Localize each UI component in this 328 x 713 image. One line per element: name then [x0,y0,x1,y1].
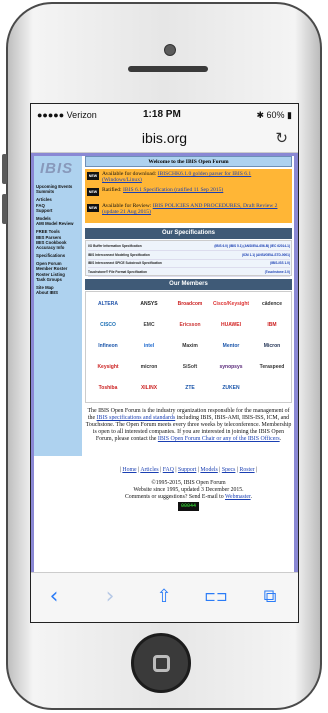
welcome-banner: Welcome to the IBIS Open Forum [85,156,292,167]
earpiece-speaker [128,66,208,72]
address-bar[interactable]: ibis.org ↻ [31,126,298,153]
member-logo[interactable]: Micron [252,338,292,354]
status-bar: ●●●●● Verizon 1:18 PM ✱ 60% ▮ [31,104,298,126]
member-logo[interactable]: Keysight [88,359,128,375]
news-text: Available for download: IBISCHK6.1.0 gol… [102,171,290,183]
spec-links[interactable]: (Touchstone 2.0) [265,268,290,276]
reload-icon[interactable]: ↻ [275,129,288,147]
spec-name: Touchstone® File Format Specification [88,269,147,274]
share-icon[interactable]: ⇧ [151,585,177,611]
member-logo[interactable]: EMC [129,317,169,333]
tabs-icon[interactable]: ⧉ [257,585,283,611]
member-logo[interactable]: Ericsson [170,317,210,333]
home-button[interactable] [131,633,191,693]
copyright-text: ©1995-2015, IBIS Open Forum [151,480,226,486]
news-link[interactable]: IBIS 6.1 Specification (ratified 11 Sep … [123,187,223,193]
footer-link-articles[interactable]: Articles [140,467,158,473]
spec-row: Touchstone® File Format Specification (To… [88,268,290,277]
front-camera [164,44,176,56]
phone-screen: ●●●●● Verizon 1:18 PM ✱ 60% ▮ ibis.org ↻… [30,103,299,623]
member-logo[interactable]: Cisco/Keysight [211,296,251,312]
footer-link-support[interactable]: Support [178,467,196,473]
member-logo[interactable]: Infineon [88,338,128,354]
member-logo[interactable]: ANSYS [129,296,169,312]
updated-text: Website since 1995, updated 3 December 2… [133,487,244,493]
member-logo[interactable]: SiSoft [170,359,210,375]
sidebar-item[interactable]: AMI Model Review [36,221,74,226]
clock: 1:18 PM [143,109,181,120]
about-paragraph: The IBIS Open Forum is the industry orga… [85,408,292,443]
spec-name: IBIS Interconnect Modeling Specification [88,252,150,257]
news-text: Ratified: IBIS 6.1 Specification (ratifi… [102,187,290,193]
member-logo[interactable]: CISCO [88,317,128,333]
sidebar-links: Upcoming Events Summits Articles FAQ Support… [36,184,74,295]
battery-indicator: ✱ 60% ▮ [256,110,292,120]
footer: ©1995-2015, IBIS Open Forum Website sinc… [85,480,292,511]
spec-links[interactable]: (IBIS-ISS 1.0) [270,259,290,267]
member-logo[interactable]: HUAWEI [211,317,251,333]
member-logo[interactable]: cādence [252,296,292,312]
volume-up-button [2,154,7,184]
news-box: NEW Available for download: IBISCHK6.1.0 … [85,169,292,223]
new-badge: NEW [87,188,99,196]
about-text: . [279,436,282,442]
sidebar-nav: IBIS Upcoming Events Summits Articles FAQ Su… [34,156,82,456]
new-badge: NEW [87,204,99,212]
hit-counter: 00044 [177,502,199,511]
safari-toolbar: ‹ › ⇧ ⊏⊐ ⧉ [31,572,298,622]
footer-link-faq[interactable]: FAQ [163,467,174,473]
member-logo[interactable]: ZUKEN [211,380,251,396]
bookmarks-icon[interactable]: ⊏⊐ [203,585,229,611]
spec-links[interactable]: (ICM 1.1) (ANSI/GEIA-STD-0001) [242,251,290,259]
member-logo[interactable]: Mentor [211,338,251,354]
new-badge: NEW [87,172,99,180]
member-logo[interactable]: Teraspeed [252,359,292,375]
carrier-signal: ●●●●● Verizon [37,110,97,120]
back-icon[interactable]: ‹ [41,585,67,611]
sidebar-item[interactable]: About IBIS [36,290,74,295]
volume-down-button [2,194,7,224]
member-logo[interactable]: ALTERA [88,296,128,312]
about-link[interactable]: IBIS Open Forum Chair or any of the IBIS… [158,436,280,442]
member-logo[interactable]: micron [129,359,169,375]
member-logo[interactable]: Broadcom [170,296,210,312]
ibis-logo[interactable]: IBIS [40,160,73,177]
footer-link-roster[interactable]: Roster [239,467,254,473]
specs-table: I/O Buffer Information Specification (IBI… [85,240,292,277]
member-logo[interactable]: ZTE [170,380,210,396]
members-heading: Our Members [85,279,292,290]
url-text[interactable]: ibis.org [31,130,298,146]
webmaster-link[interactable]: Webmaster [225,494,251,500]
members-grid: ALTERA ANSYS Broadcom Cisco/Keysight cādence… [85,291,292,403]
footer-link-specs[interactable]: Specs [222,467,236,473]
news-prefix: Ratified: [102,187,123,193]
web-page: IBIS Upcoming Events Summits Articles FAQ Su… [34,156,294,574]
footer-link-home[interactable]: Home [122,467,136,473]
member-logo[interactable]: Toshiba [88,380,128,396]
member-logo[interactable]: IBM [252,317,292,333]
news-text: Available for Review: IBIS POLICIES AND … [102,203,290,215]
footer-links: | Home | Articles | FAQ | Support | Mode… [119,467,258,473]
member-logo[interactable]: synopsys [211,359,251,375]
spec-name: IBIS Interconnect SPICE Subcircuit Speci… [88,261,162,265]
home-square-icon [153,655,170,672]
forward-icon[interactable]: › [97,585,123,611]
footer-link-models[interactable]: Models [200,467,217,473]
spec-links[interactable]: (IBIS 6.0) (IBIS 5.1) (ANSI/EIA-656-B) (… [214,242,290,250]
member-logo[interactable]: XILINX [129,380,169,396]
member-logo[interactable]: intel [129,338,169,354]
comments-text: Comments or suggestions? Send E-mail to … [124,494,253,500]
about-link[interactable]: IBIS specifications and standards [97,415,176,421]
spec-name: I/O Buffer Information Specification [88,244,142,248]
member-logo[interactable]: Maxim [170,338,210,354]
specs-heading: Our Specifications [85,228,292,239]
